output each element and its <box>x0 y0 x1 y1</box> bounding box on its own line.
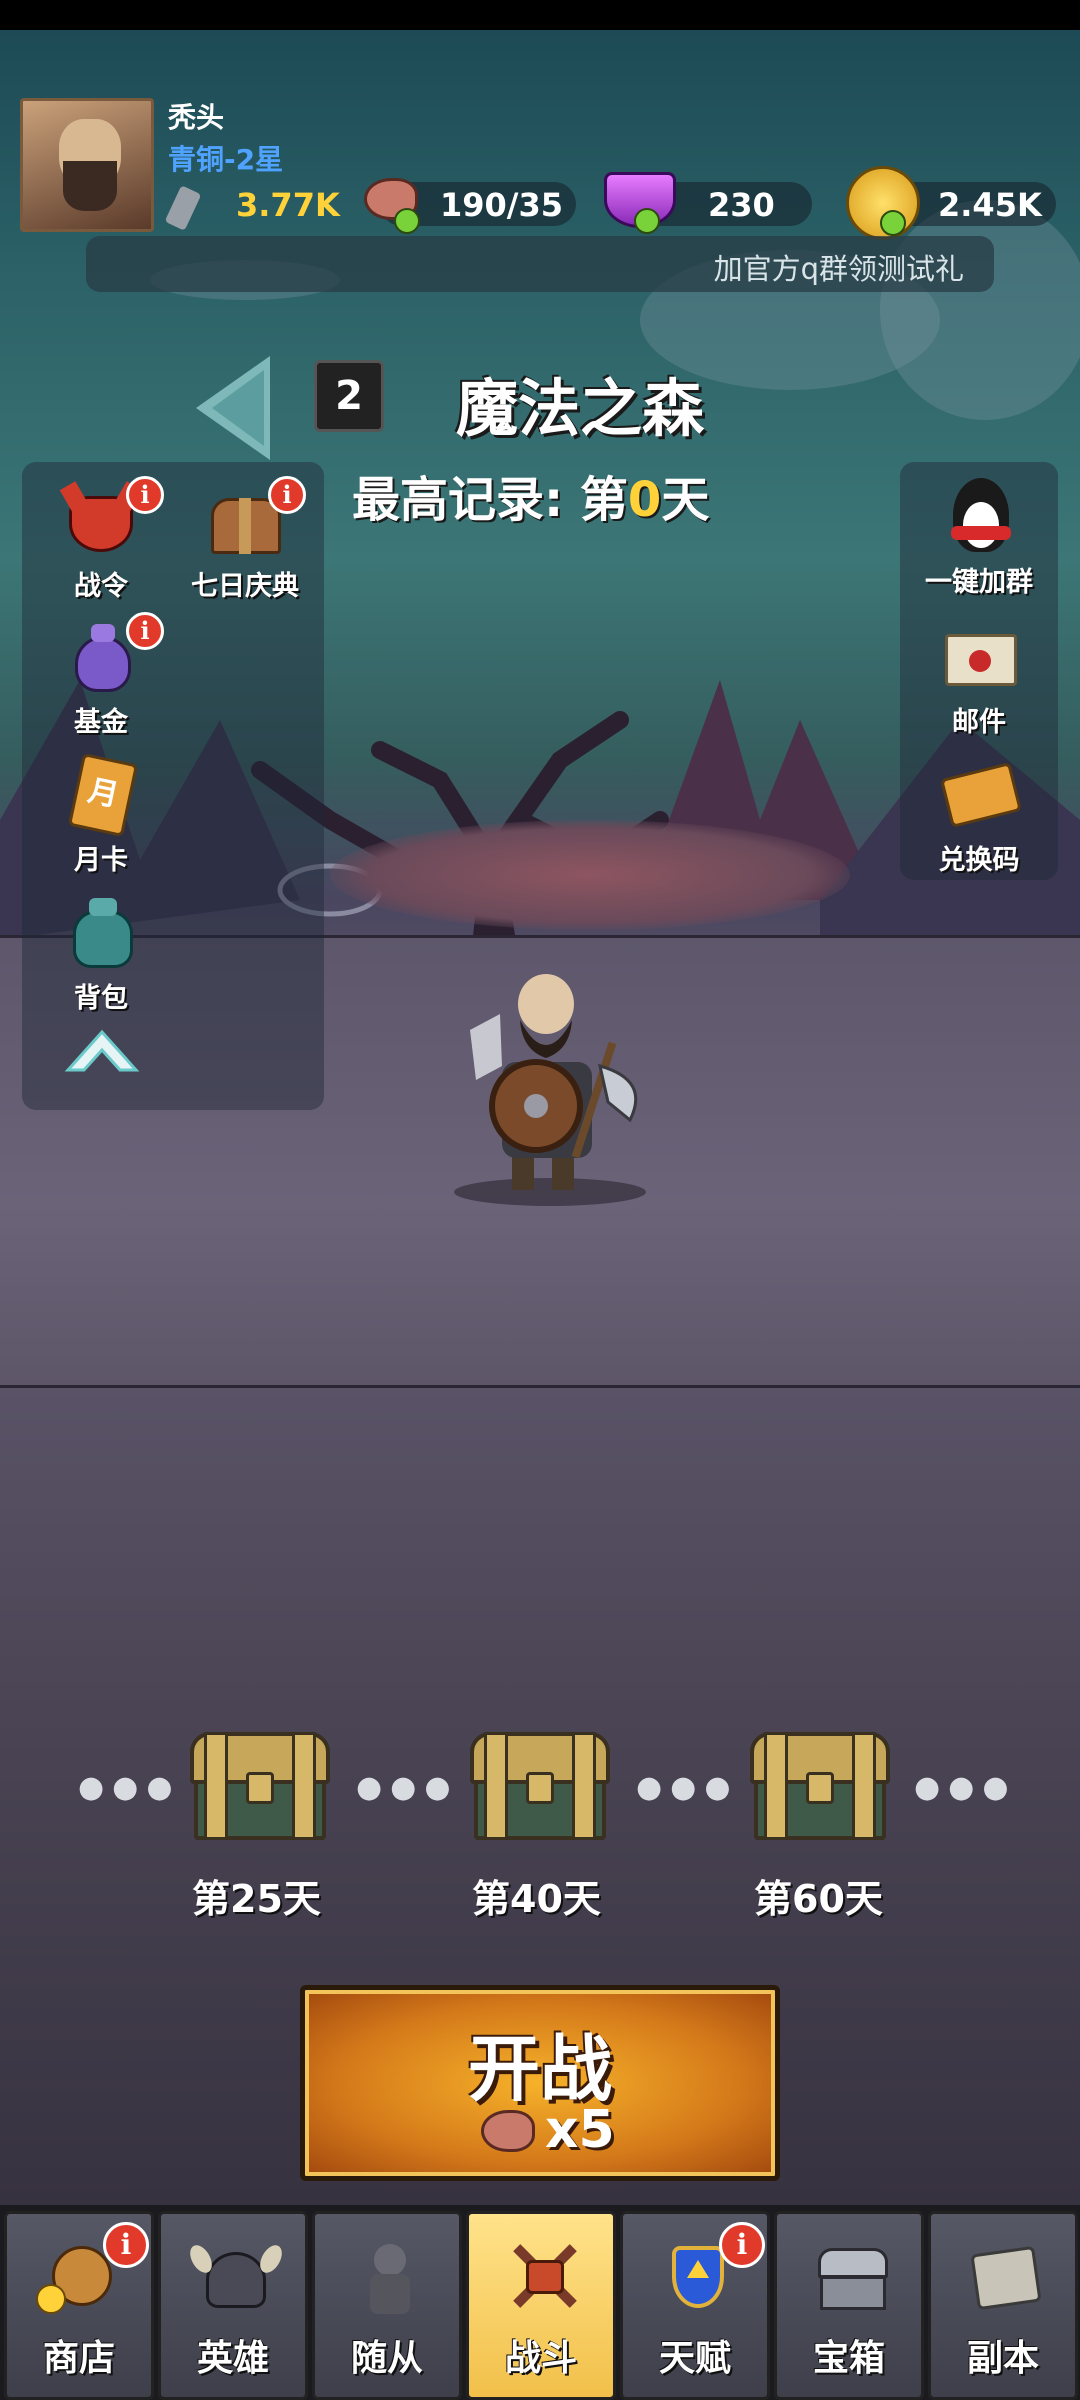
start-battle-label: 开战 <box>467 2027 612 2111</box>
crossed-swords-icon <box>504 2236 584 2316</box>
tab-talent[interactable]: 天赋 i <box>620 2211 770 2400</box>
tab-talent-badge: i <box>719 2222 765 2268</box>
milestone-label-60: 第60天 <box>754 1877 883 1921</box>
battle-pass-button[interactable]: 战令 i <box>26 476 176 603</box>
tab-battle[interactable]: 战斗 <box>466 2211 616 2400</box>
qq-penguin-icon <box>939 476 1019 556</box>
fund-badge: i <box>126 612 164 650</box>
seven-day-event-badge: i <box>268 476 306 514</box>
attack-value: 3.77K <box>236 186 340 224</box>
fund-label: 基金 <box>74 707 128 738</box>
add-gem-icon[interactable] <box>634 208 660 234</box>
collapse-menu-icon[interactable] <box>64 1024 140 1076</box>
ticket-icon <box>939 754 1022 834</box>
tab-chest[interactable]: 宝箱 <box>774 2211 924 2400</box>
notice-bar[interactable]: 加官方q群领测试礼 <box>86 236 994 292</box>
join-group-label: 一键加群 <box>925 567 1033 598</box>
player-name: 秃头 <box>168 101 225 134</box>
progress-dots: ●●● <box>914 1770 1017 1805</box>
progress-dots: ●●● <box>356 1770 459 1805</box>
battle-pass-badge: i <box>126 476 164 514</box>
hero-character[interactable] <box>440 970 670 1210</box>
bottom-nav: 商店 i 英雄 随从 战斗 天赋 i 宝箱 副本 <box>0 2205 1080 2400</box>
stamina-value: 190/35 <box>440 186 564 224</box>
viking-helmet-icon <box>185 2236 287 2316</box>
scroll-map-icon <box>966 2236 1046 2316</box>
sword-icon <box>164 185 202 231</box>
redeem-code-button[interactable]: 兑换码 <box>904 754 1054 877</box>
add-gold-icon[interactable] <box>880 210 906 236</box>
start-battle-button[interactable]: 开战 x5 <box>300 1985 780 2181</box>
seven-day-event-button[interactable]: 七日庆典 i <box>170 476 320 603</box>
backpack-label: 背包 <box>74 983 128 1014</box>
meat-cost-icon <box>481 2110 535 2152</box>
tab-shop[interactable]: 商店 i <box>4 2211 154 2400</box>
battle-pass-label: 战令 <box>74 571 128 602</box>
red-path <box>330 820 850 930</box>
mail-button[interactable]: 邮件 <box>904 616 1054 739</box>
monthly-card-label: 月卡 <box>74 845 128 876</box>
record-prefix: 最高记录: 第 <box>352 472 628 528</box>
seven-day-event-label: 七日庆典 <box>191 571 299 602</box>
tab-hero[interactable]: 英雄 <box>158 2211 308 2400</box>
tab-chest-label: 宝箱 <box>812 2338 885 2379</box>
tab-talent-label: 天赋 <box>658 2338 731 2379</box>
monthly-card-icon: 月 <box>61 752 141 838</box>
fund-button[interactable]: 基金 i <box>26 612 176 739</box>
gem-value: 230 <box>708 186 775 224</box>
prev-stage-arrow-inner <box>212 370 264 446</box>
tab-shop-label: 商店 <box>42 2338 115 2379</box>
tab-shop-badge: i <box>103 2222 149 2268</box>
backpack-icon <box>61 892 141 972</box>
backpack-button[interactable]: 背包 <box>26 892 176 1015</box>
start-battle-cost: x5 <box>545 2100 615 2160</box>
stage-name: 魔法之森 <box>456 372 705 445</box>
gold-value: 2.45K <box>938 186 1042 224</box>
progress-dots: ●●● <box>636 1770 739 1805</box>
record-day: 0 <box>627 472 662 528</box>
milestone-chest-40[interactable] <box>470 1732 610 1842</box>
milestone-chest-25[interactable] <box>190 1732 330 1842</box>
redeem-code-label: 兑换码 <box>938 845 1020 876</box>
tab-battle-label: 战斗 <box>504 2338 577 2379</box>
best-record: 最高记录: 第0天 <box>352 460 709 530</box>
avatar-beard <box>63 161 117 211</box>
milestone-label-25: 第25天 <box>192 1877 321 1921</box>
notice-text: 加官方q群领测试礼 <box>713 252 964 286</box>
mail-label: 邮件 <box>952 707 1006 738</box>
milestone-label-40: 第40天 <box>472 1877 601 1921</box>
monthly-card-glyph: 月 <box>67 752 139 838</box>
record-suffix: 天 <box>661 472 710 528</box>
player-rank: 青铜-2星 <box>168 143 284 176</box>
ground-line <box>0 1385 1080 1388</box>
mail-icon <box>939 616 1019 696</box>
game-screen: 秃头 青铜-2星 3.77K 190/35 230 2.45K 加官方q群领测试… <box>0 0 1080 2400</box>
monthly-card-button[interactable]: 月 月卡 <box>26 752 176 877</box>
add-stamina-icon[interactable] <box>394 208 420 234</box>
tab-followers-label: 随从 <box>350 2338 423 2379</box>
skeleton-warrior-icon <box>350 2236 430 2316</box>
silver-chest-icon <box>812 2236 892 2316</box>
progress-dots: ●●● <box>78 1770 181 1805</box>
stage-number: 2 <box>314 360 384 432</box>
tab-dungeon[interactable]: 副本 <box>928 2211 1078 2400</box>
milestone-chest-60[interactable] <box>750 1732 890 1842</box>
join-group-button[interactable]: 一键加群 <box>904 476 1054 599</box>
tab-hero-label: 英雄 <box>196 2338 269 2379</box>
player-avatar[interactable] <box>20 98 154 232</box>
tab-followers[interactable]: 随从 <box>312 2211 462 2400</box>
tab-dungeon-label: 副本 <box>966 2338 1039 2379</box>
